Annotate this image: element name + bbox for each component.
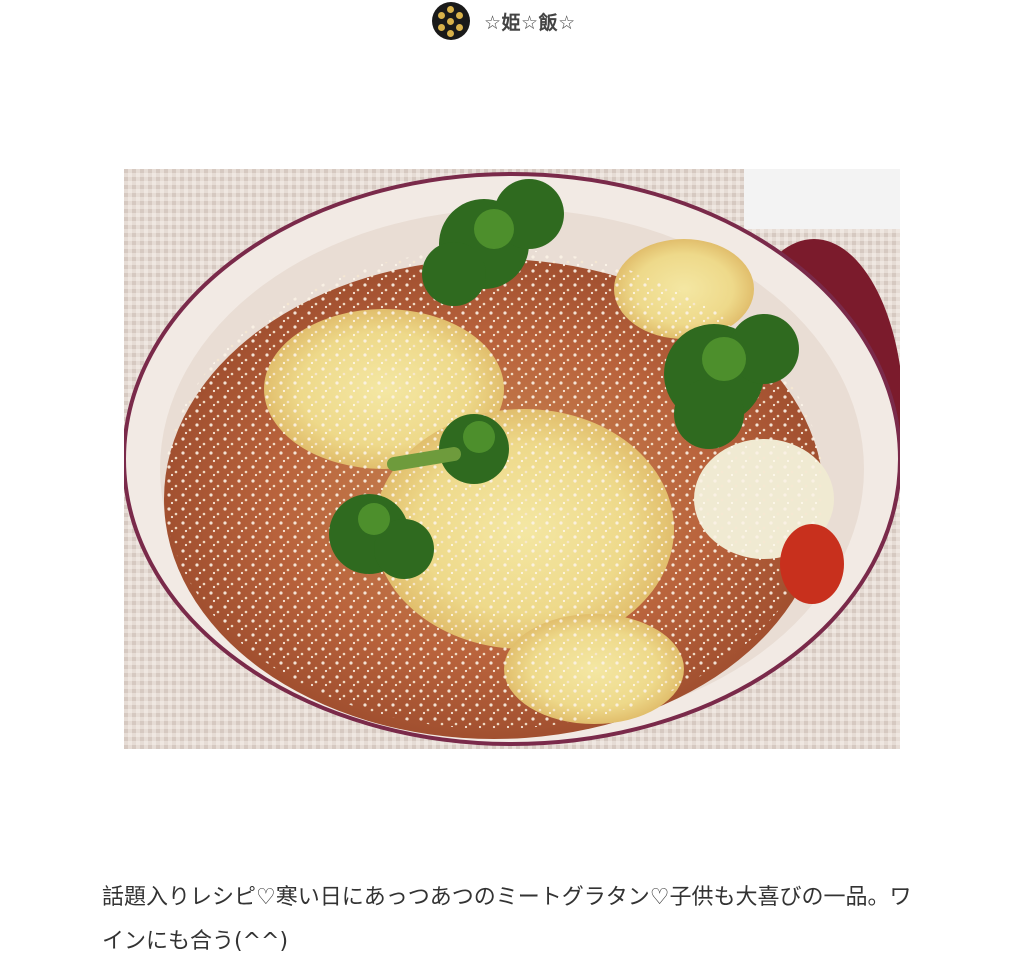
author-info[interactable]: ☆姫☆飯☆ bbox=[432, 2, 576, 40]
author-name[interactable]: ☆姫☆飯☆ bbox=[484, 8, 576, 35]
recipe-photo-meat-gratin bbox=[124, 169, 900, 749]
user-avatar-icon[interactable] bbox=[432, 2, 470, 40]
recipe-description: 話題入りレシピ♡寒い日にあっつあつのミートグラタン♡子供も大喜びの一品。ワインに… bbox=[102, 885, 912, 954]
recipe-photo bbox=[124, 169, 900, 749]
